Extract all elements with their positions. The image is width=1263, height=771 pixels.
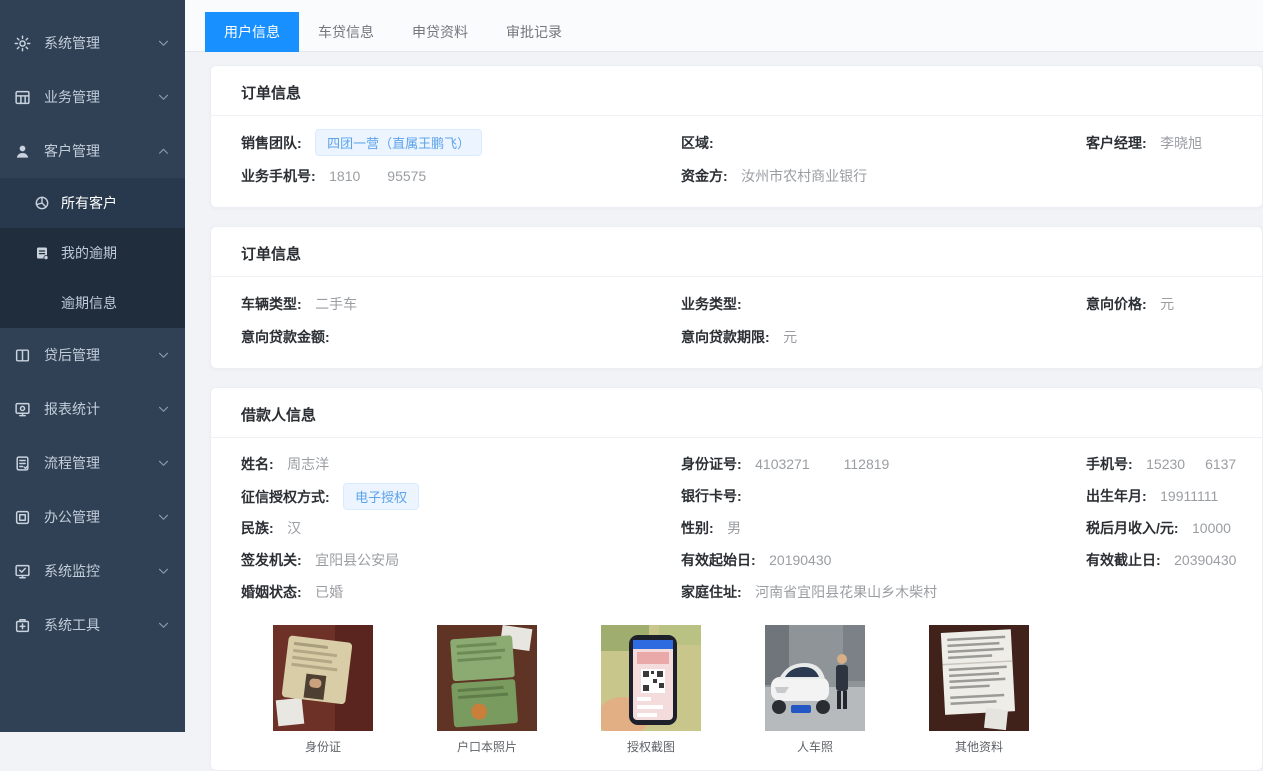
sidebar-item-label: 流程管理 (44, 453, 100, 473)
sidebar-subitem-label: 逾期信息 (61, 293, 117, 313)
sales-team-tag[interactable]: 四团一营（直属王鹏飞） (315, 129, 482, 156)
chevron-down-icon (158, 568, 169, 575)
document-photos: 身份证 (241, 625, 1232, 755)
tab-loan-application-materials[interactable]: 申贷资料 (393, 12, 487, 52)
redaction-overlay (1185, 459, 1205, 471)
grid-icon (14, 89, 31, 106)
field-account-manager: 客户经理: 李晓旭 (1086, 133, 1232, 153)
main-content: 用户信息 车贷信息 申贷资料 审批记录 订单信息 销售团队: 四团一营（直属王鹏… (185, 0, 1263, 732)
field-bank-card: 银行卡号: (681, 486, 1086, 506)
field-ethnicity: 民族: 汉 (241, 518, 681, 538)
field-region: 区域: (681, 133, 1086, 153)
photo-caption: 其他资料 (929, 738, 1029, 755)
field-intent-loan-term: 意向贷款期限: 元 (681, 327, 1086, 347)
sidebar-submenu-customer-management: 所有客户 我的逾期 逾期信息 (0, 178, 185, 328)
monitor-icon (14, 563, 31, 580)
sidebar-item-business-management[interactable]: 业务管理 (0, 70, 185, 124)
sidebar-item-label: 报表统计 (44, 399, 100, 419)
sidebar-item-customer-management[interactable]: 客户管理 (0, 124, 185, 178)
chevron-down-icon (158, 622, 169, 629)
sidebar-subitem-label: 我的逾期 (61, 243, 117, 263)
photo-caption: 人车照 (765, 738, 865, 755)
sidebar-item-label: 客户管理 (44, 141, 100, 161)
photo-caption: 户口本照片 (437, 738, 537, 755)
chevron-down-icon (158, 40, 169, 47)
field-vehicle-type: 车辆类型: 二手车 (241, 294, 681, 314)
gear-icon (14, 35, 31, 52)
field-issuing-authority: 签发机关: 宜阳县公安局 (241, 550, 681, 570)
field-intent-price: 意向价格: 元 (1086, 294, 1232, 314)
person-car-photo[interactable]: 人车照 (765, 625, 865, 755)
other-document-photo[interactable]: 其他资料 (929, 625, 1029, 755)
office-icon (14, 509, 31, 526)
tab-user-info[interactable]: 用户信息 (205, 12, 299, 52)
tab-bar: 用户信息 车贷信息 申贷资料 审批记录 (185, 0, 1263, 52)
sidebar-item-report-statistics[interactable]: 报表统计 (0, 382, 185, 436)
sidebar-item-label: 办公管理 (44, 507, 100, 527)
chevron-down-icon (158, 94, 169, 101)
report-icon (14, 401, 31, 418)
sidebar-item-process-management[interactable]: 流程管理 (0, 436, 185, 490)
redaction-overlay (360, 171, 387, 183)
redaction-overlay (810, 459, 844, 471)
field-id-number: 身份证号: 4103271112819 (681, 454, 1086, 474)
authorization-screenshot-photo[interactable]: 授权截图 (601, 625, 701, 755)
field-valid-from: 有效起始日: 20190430 (681, 550, 1086, 570)
document-icon (34, 245, 50, 261)
toolbox-icon (14, 617, 31, 634)
field-business-phone: 业务手机号: 181095575 (241, 166, 681, 186)
field-phone: 手机号: 152306137 (1086, 454, 1236, 474)
chevron-up-icon (158, 148, 169, 155)
chevron-down-icon (158, 406, 169, 413)
id-card-photo[interactable]: 身份证 (273, 625, 373, 755)
chevron-down-icon (158, 460, 169, 467)
sidebar-item-label: 系统监控 (44, 561, 100, 581)
content-area: 订单信息 销售团队: 四团一营（直属王鹏飞） 区域: 客户经理: 李晓旭 (185, 52, 1263, 771)
card-title: 借款人信息 (211, 388, 1262, 438)
sidebar-item-label: 贷后管理 (44, 345, 100, 365)
tab-car-loan-info[interactable]: 车贷信息 (299, 12, 393, 52)
field-marital-status: 婚姻状态: 已婚 (241, 582, 681, 602)
sidebar-subitem-label: 所有客户 (61, 193, 117, 213)
field-home-address: 家庭住址: 河南省宜阳县花果山乡木柴村 (681, 582, 1086, 602)
sidebar-item-post-loan-management[interactable]: 贷后管理 (0, 328, 185, 382)
field-name: 姓名: 周志洋 (241, 454, 681, 474)
sidebar-subitem-all-customers[interactable]: 所有客户 (0, 178, 185, 228)
sidebar-item-system-tools[interactable]: 系统工具 (0, 598, 185, 652)
sidebar-subitem-overdue-info[interactable]: 逾期信息 (0, 278, 185, 328)
field-valid-to: 有效截止日: 20390430 (1086, 550, 1236, 570)
sidebar: 系统管理 业务管理 客户管理 所有客户 我的逾期 逾期信息 (0, 0, 185, 732)
chevron-down-icon (158, 352, 169, 359)
field-sales-team: 销售团队: 四团一营（直属王鹏飞） (241, 129, 681, 156)
sidebar-item-system-management[interactable]: 系统管理 (0, 16, 185, 70)
borrower-info-card: 借款人信息 姓名: 周志洋 身份证号: 4103271112819 手机号: 1… (210, 387, 1263, 771)
pie-icon (34, 195, 50, 211)
field-business-type: 业务类型: (681, 294, 1086, 314)
sidebar-item-system-monitor[interactable]: 系统监控 (0, 544, 185, 598)
household-register-photo[interactable]: 户口本照片 (437, 625, 537, 755)
sidebar-item-office-management[interactable]: 办公管理 (0, 490, 185, 544)
field-birth-date: 出生年月: 19911111 (1086, 486, 1232, 506)
field-intent-loan-amount: 意向贷款金额: (241, 327, 681, 347)
field-credit-auth-method: 征信授权方式: 电子授权 (241, 483, 681, 510)
field-gender: 性别: 男 (681, 518, 1086, 538)
tab-approval-records[interactable]: 审批记录 (487, 12, 581, 52)
sidebar-item-label: 系统管理 (44, 33, 100, 53)
sidebar-subitem-my-overdue[interactable]: 我的逾期 (0, 228, 185, 278)
photo-caption: 授权截图 (601, 738, 701, 755)
credit-auth-tag: 电子授权 (343, 483, 419, 510)
chevron-down-icon (158, 514, 169, 521)
book-icon (14, 347, 31, 364)
field-funder: 资金方: 汝州市农村商业银行 (681, 166, 1086, 186)
card-title: 订单信息 (211, 66, 1262, 116)
flow-icon (14, 455, 31, 472)
order-info-card-1: 订单信息 销售团队: 四团一营（直属王鹏飞） 区域: 客户经理: 李晓旭 (210, 65, 1263, 208)
field-monthly-income: 税后月收入/元: 10000 (1086, 518, 1232, 538)
order-info-card-2: 订单信息 车辆类型: 二手车 业务类型: 意向价格: 元 (210, 226, 1263, 369)
user-icon (14, 143, 31, 160)
sidebar-item-label: 业务管理 (44, 87, 100, 107)
photo-caption: 身份证 (273, 738, 373, 755)
card-title: 订单信息 (211, 227, 1262, 277)
sidebar-item-label: 系统工具 (44, 615, 100, 635)
